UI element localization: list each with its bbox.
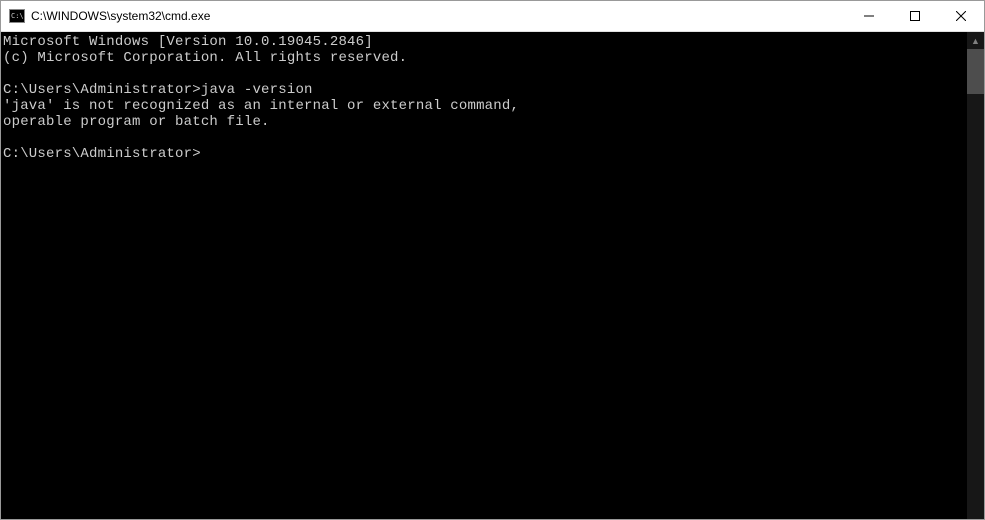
terminal-area: Microsoft Windows [Version 10.0.19045.28… <box>1 32 984 519</box>
banner-line: Microsoft Windows [Version 10.0.19045.28… <box>3 34 373 50</box>
terminal-output[interactable]: Microsoft Windows [Version 10.0.19045.28… <box>1 32 967 519</box>
window-title: C:\WINDOWS\system32\cmd.exe <box>31 9 846 23</box>
maximize-button[interactable] <box>892 1 938 31</box>
minimize-button[interactable] <box>846 1 892 31</box>
close-icon <box>956 11 966 21</box>
error-line: operable program or batch file. <box>3 114 270 130</box>
banner-line: (c) Microsoft Corporation. All rights re… <box>3 50 407 66</box>
maximize-icon <box>910 11 920 21</box>
scroll-thumb[interactable] <box>967 49 984 94</box>
prompt: C:\Users\Administrator> <box>3 146 201 162</box>
cmd-window: C:\ C:\WINDOWS\system32\cmd.exe <box>0 0 985 520</box>
command-text: java -version <box>201 82 313 98</box>
minimize-icon <box>864 11 874 21</box>
titlebar[interactable]: C:\ C:\WINDOWS\system32\cmd.exe <box>1 1 984 32</box>
prompt: C:\Users\Administrator> <box>3 82 201 98</box>
close-button[interactable] <box>938 1 984 31</box>
app-icon: C:\ <box>9 8 25 24</box>
window-controls <box>846 1 984 31</box>
error-line: 'java' is not recognized as an internal … <box>3 98 519 114</box>
cmd-icon: C:\ <box>9 9 25 23</box>
scroll-up-arrow-icon[interactable]: ▲ <box>967 32 984 49</box>
vertical-scrollbar[interactable]: ▲ <box>967 32 984 519</box>
